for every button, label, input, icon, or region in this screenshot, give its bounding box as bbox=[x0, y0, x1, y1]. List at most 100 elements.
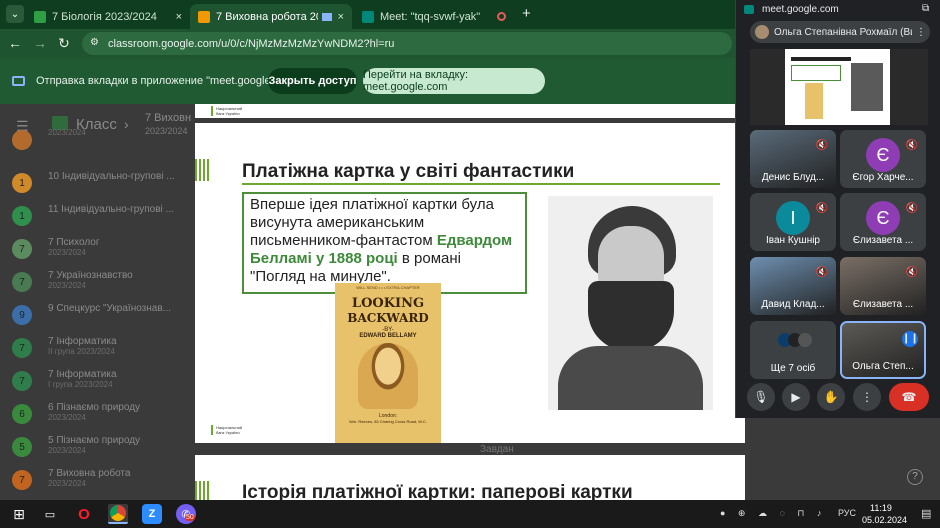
tab-biology[interactable]: 7 Біологія 2023/2024 × bbox=[26, 4, 190, 29]
course-list-item[interactable]: 9 9 Спецкурс "Українознав... bbox=[12, 303, 192, 333]
sharing-icon bbox=[321, 12, 332, 21]
course-list-item[interactable]: 2023/2024 bbox=[12, 128, 192, 158]
participant-tile[interactable]: І 🔇 Іван Кушнір bbox=[750, 193, 836, 251]
meet-url: meet.google.com bbox=[762, 4, 839, 15]
participant-tile[interactable]: 🔇 Єлизавета ... bbox=[840, 257, 926, 315]
mic-icon[interactable]: 🎙 bbox=[747, 383, 775, 411]
tab-vykhovna[interactable]: 7 Виховна робота 2023/20 × bbox=[190, 4, 352, 29]
raise-hand-icon[interactable]: ✋ bbox=[817, 383, 845, 411]
participant-name: Давид Клад... bbox=[761, 299, 825, 310]
participant-tile[interactable]: Є 🔇 Єлизавета ... bbox=[840, 193, 926, 251]
windows-start-icon[interactable]: ⊞ bbox=[9, 504, 29, 524]
participant-avatar: Є bbox=[866, 201, 900, 235]
participant-name: Єгор Харче... bbox=[852, 172, 914, 183]
meet-favicon-icon bbox=[362, 10, 374, 23]
course-avatar: 5 bbox=[12, 437, 32, 457]
thumb-slide bbox=[785, 49, 890, 125]
participant-tile[interactable]: Ще 7 осіб bbox=[750, 321, 836, 379]
participant-avatar: І bbox=[776, 201, 810, 235]
course-title: 5 Пізнаємо природу bbox=[48, 435, 141, 446]
back-to-tab-icon[interactable]: ⧉ bbox=[922, 3, 929, 14]
zoom-icon[interactable]: Z bbox=[142, 504, 162, 524]
tray-icons[interactable]: ● ⊕ ☁ ◌ ⊓ ♪ bbox=[720, 508, 826, 519]
title-underline bbox=[242, 183, 720, 185]
slide-1: Платіжна картка у світі фантастики Вперш… bbox=[195, 123, 745, 443]
slide-2: Історія платіжної картки: паперові картк… bbox=[195, 455, 745, 503]
book-author: EDWARD BELLAMY bbox=[359, 333, 417, 339]
muted-mic-icon: 🔇 bbox=[905, 140, 918, 151]
classroom-favicon-icon bbox=[34, 10, 46, 23]
more-people-avatars bbox=[778, 333, 812, 347]
course-title: 10 Індивідуально-групові ... bbox=[48, 171, 175, 182]
course-title: 7 Виховна робота bbox=[48, 468, 131, 479]
course-avatar: 1 bbox=[12, 206, 32, 226]
course-list-item[interactable]: 1 11 Індивідуально-групові ... bbox=[12, 204, 192, 234]
more-actions-icon[interactable]: ⋮ bbox=[853, 383, 881, 411]
course-list-item[interactable]: 7 7 Інформатика ІІ група 2023/2024 bbox=[12, 336, 192, 366]
book-publisher: Wm. Reeves, 83 Charing Cross Road, W.C. bbox=[349, 419, 427, 424]
camera-icon[interactable]: ▶ bbox=[782, 383, 810, 411]
tab-search-icon[interactable]: ⌄ bbox=[6, 5, 24, 23]
help-icon[interactable]: ? bbox=[907, 469, 923, 485]
address-text: classroom.google.com/u/0/c/NjMzMzMzMzYwN… bbox=[108, 37, 395, 50]
new-tab-icon[interactable]: + bbox=[522, 5, 531, 22]
course-list-item[interactable]: 6 6 Пізнаємо природу 2023/2024 bbox=[12, 402, 192, 432]
switch-to-meet-button[interactable]: Перейти на вкладку: meet.google.com bbox=[363, 68, 545, 94]
meet-logo-icon bbox=[744, 5, 754, 14]
accent-bar bbox=[195, 159, 209, 181]
chrome-icon[interactable] bbox=[108, 504, 128, 524]
bellamy-portrait-image bbox=[548, 196, 713, 410]
course-list-item[interactable]: 5 5 Пізнаємо природу 2023/2024 bbox=[12, 435, 192, 465]
book-title1: LOOKING bbox=[351, 296, 425, 311]
course-list-item[interactable]: 7 7 Психолог 2023/2024 bbox=[12, 237, 192, 267]
language-indicator[interactable]: РУС bbox=[838, 508, 856, 518]
participant-tile[interactable]: Є 🔇 Єгор Харче... bbox=[840, 130, 926, 188]
presenter-avatar bbox=[755, 25, 769, 39]
stop-sharing-button[interactable]: Закрыть доступ bbox=[268, 68, 357, 94]
participant-name: Ольга Степ... bbox=[852, 361, 914, 372]
back-icon[interactable]: ← bbox=[6, 35, 24, 51]
notifications-icon[interactable]: ▤ bbox=[921, 507, 931, 520]
task-view-icon[interactable]: ▭ bbox=[40, 504, 60, 524]
course-subtitle: ІІ група 2023/2024 bbox=[48, 347, 115, 356]
course-subtitle: 2023/2024 bbox=[48, 479, 86, 488]
course-name[interactable]: 7 Виховн bbox=[145, 112, 191, 124]
course-title: 7 Інформатика bbox=[48, 336, 117, 347]
participant-tile[interactable]: 🔇 Денис Блуд... bbox=[750, 130, 836, 188]
course-title: 6 Пізнаємо природу bbox=[48, 402, 141, 413]
course-avatar: 7 bbox=[12, 239, 32, 259]
participant-name: Єлизавета ... bbox=[852, 235, 914, 246]
site-info-icon[interactable]: ⚙ bbox=[90, 37, 99, 48]
close-tab-icon[interactable]: × bbox=[338, 11, 344, 23]
leave-call-icon[interactable]: ☎ bbox=[889, 383, 929, 411]
book-cover-image: WILL SEND • • • EXTRA CHAPTER LOOKING BA… bbox=[335, 283, 441, 443]
shared-screen-thumbnail[interactable] bbox=[750, 49, 928, 125]
course-avatar: 7 bbox=[12, 470, 32, 490]
muted-mic-icon: 🔇 bbox=[815, 140, 828, 151]
forward-icon[interactable]: → bbox=[31, 35, 49, 51]
course-avatar: 1 bbox=[12, 173, 32, 193]
book-author-portrait bbox=[358, 343, 418, 409]
participant-tile[interactable]: 🔇 Давид Клад... bbox=[750, 257, 836, 315]
course-avatar: 9 bbox=[12, 305, 32, 325]
opera-icon[interactable]: O bbox=[74, 504, 94, 524]
tab-meet[interactable]: Meet: "tqq-svwf-yak" bbox=[354, 4, 514, 29]
close-tab-icon[interactable]: × bbox=[176, 11, 182, 23]
book-top-text: WILL SEND • • • EXTRA CHAPTER bbox=[356, 285, 420, 290]
participant-tile[interactable]: ❙❙ Ольга Степ... bbox=[840, 321, 926, 379]
muted-mic-icon: 🔇 bbox=[815, 267, 828, 278]
course-list-item[interactable]: 7 7 Українознавство 2023/2024 bbox=[12, 270, 192, 300]
tab-label: 7 Виховна робота 2023/20 bbox=[216, 10, 318, 23]
course-list-item[interactable]: 7 7 Виховна робота 2023/2024 bbox=[12, 468, 192, 498]
taskbar: ⊞ ▭ O Z ✆ 50 ● ⊕ ☁ ◌ ⊓ ♪ РУС 11:19 05.02… bbox=[0, 500, 940, 528]
recording-icon bbox=[497, 12, 506, 21]
address-bar[interactable]: ⚙ classroom.google.com/u/0/c/NjMzMzMzMzY… bbox=[82, 32, 732, 55]
course-list-item[interactable]: 7 7 Інформатика І група 2023/2024 bbox=[12, 369, 192, 399]
more-options-icon[interactable]: ⋮ bbox=[916, 27, 926, 38]
clock-date[interactable]: 05.02.2024 bbox=[862, 515, 907, 525]
course-avatar: 6 bbox=[12, 404, 32, 424]
course-list-item[interactable]: 1 10 Індивідуально-групові ... bbox=[12, 171, 192, 201]
clock-time[interactable]: 11:19 bbox=[870, 503, 892, 513]
reload-icon[interactable]: ↻ bbox=[55, 35, 73, 52]
presenter-chip[interactable]: Ольга Степанівна Рохмаїл (Ви ... ⋮ bbox=[750, 21, 930, 43]
